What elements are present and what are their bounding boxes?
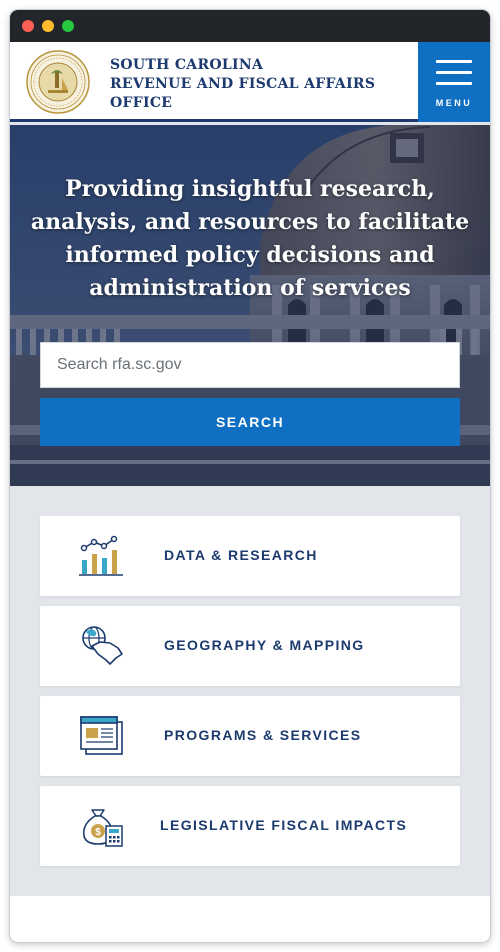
card-label: PROGRAMS & SERVICES — [164, 727, 362, 743]
minimize-window-button[interactable] — [42, 20, 54, 32]
card-label: GEOGRAPHY & MAPPING — [164, 637, 365, 653]
hero-heading: Providing insightful research, analysis,… — [30, 176, 470, 301]
footer-area — [10, 896, 490, 942]
card-data-research[interactable]: DATA & RESEARCH — [40, 516, 460, 596]
site-title-line: OFFICE — [110, 95, 173, 111]
svg-text:$: $ — [95, 827, 101, 838]
site-title-line: SOUTH CAROLINA — [110, 57, 264, 73]
card-label: DATA & RESEARCH — [164, 547, 318, 563]
site-title[interactable]: SOUTH CAROLINA REVENUE AND FISCAL AFFAIR… — [110, 56, 410, 113]
card-label: LEGISLATIVE FISCAL IMPACTS — [160, 817, 408, 833]
hero-section: Providing insightful research, analysis,… — [10, 125, 490, 486]
window-titlebar — [10, 10, 490, 42]
hamburger-icon — [436, 60, 472, 86]
globe-map-icon — [82, 626, 123, 665]
site-title-line: REVENUE AND FISCAL AFFAIRS — [110, 76, 376, 92]
money-bag-calculator-icon: $ — [82, 809, 123, 847]
search-input[interactable] — [40, 342, 460, 388]
browser-window: SOUTH CAROLINA REVENUE AND FISCAL AFFAIR… — [10, 10, 490, 942]
chart-icon — [79, 535, 123, 576]
maximize-window-button[interactable] — [62, 20, 74, 32]
menu-button[interactable]: MENU — [418, 42, 490, 122]
card-programs-services[interactable]: PROGRAMS & SERVICES — [40, 696, 460, 776]
site-header: SOUTH CAROLINA REVENUE AND FISCAL AFFAIR… — [10, 42, 490, 122]
menu-label: MENU — [435, 98, 473, 108]
card-geography-mapping[interactable]: GEOGRAPHY & MAPPING — [40, 606, 460, 686]
search-button[interactable]: SEARCH — [40, 398, 460, 446]
document-icon — [80, 716, 123, 755]
card-legislative-fiscal-impacts[interactable]: $ LEGISLATIVE FISCAL IMPACTS — [40, 786, 460, 866]
state-seal-icon[interactable] — [26, 50, 90, 114]
close-window-button[interactable] — [22, 20, 34, 32]
